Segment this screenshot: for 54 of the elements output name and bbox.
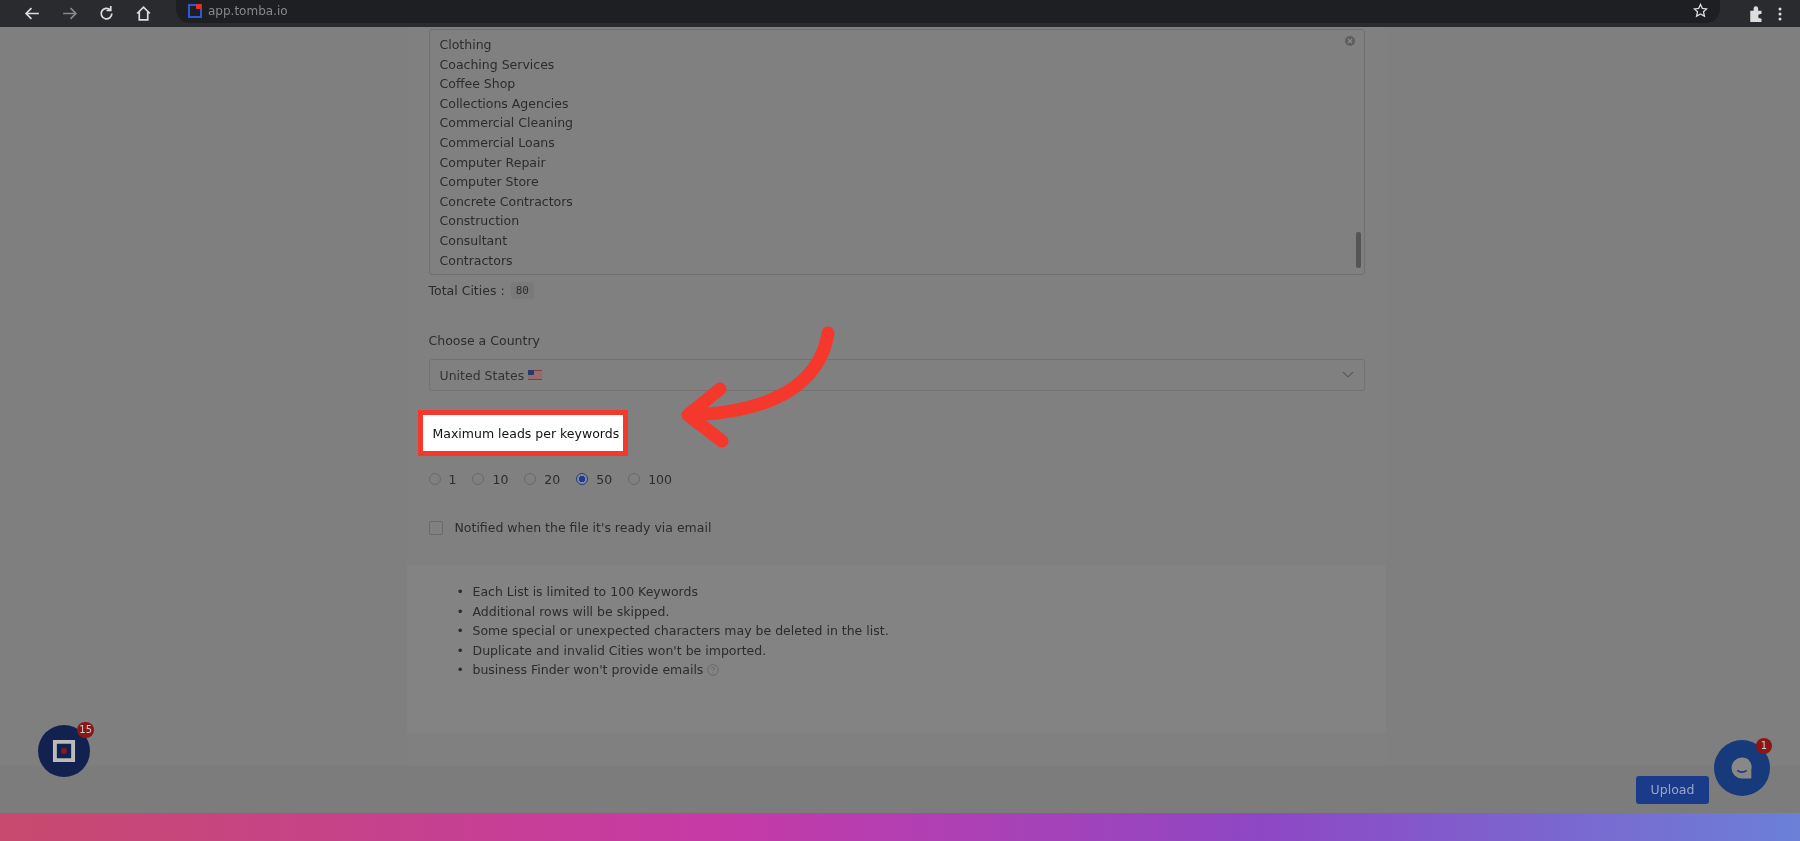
keyword-line: Contractors [439, 251, 514, 270]
keyword-line: Computer Repair [439, 153, 547, 172]
bullet: • [456, 602, 465, 621]
total-cities-count: 80 [510, 281, 534, 299]
note-text: Some special or unexpected characters may be deleted in the list. [472, 623, 889, 639]
bullet: • [456, 641, 465, 660]
menu-icon[interactable] [1778, 5, 1782, 22]
flag-icon [528, 370, 543, 380]
keyword-line: Clothing [439, 36, 493, 54]
radio-button[interactable] [576, 473, 589, 485]
bullet: • [456, 622, 465, 641]
upload-button[interactable]: Upload [1636, 775, 1709, 804]
radio-label: 1 [448, 471, 457, 487]
bullet: • [456, 583, 465, 601]
keyword-line: Coaching Services [439, 55, 556, 74]
radio-label: 50 [596, 471, 613, 487]
note-text: Each List is limited to 100 Keywords [472, 584, 698, 599]
home-icon[interactable] [135, 5, 152, 22]
keyword-line: Concrete Contractors [439, 192, 574, 211]
note-text: Additional rows will be skipped. [472, 603, 670, 619]
app-logo-icon [51, 738, 77, 764]
country-select[interactable]: United States [428, 359, 1365, 391]
notify-label: Notified when the file it's ready via email [454, 520, 712, 535]
url-text: app.tomba.io [208, 3, 289, 18]
notification-badge: 15 [77, 722, 94, 738]
forward-arrow-icon[interactable] [61, 5, 78, 22]
site-logo-icon [188, 3, 202, 18]
radio-label: 10 [492, 471, 509, 487]
reload-icon[interactable] [98, 5, 115, 22]
notification-badge: 1 [1756, 738, 1772, 754]
leads-label: Maximum leads per keywords [432, 425, 620, 441]
keyword-line: Commercial Loans [439, 133, 556, 152]
note-text: Duplicate and invalid Cities won't be imported. [472, 642, 767, 658]
country-value: United States [439, 367, 525, 383]
radio-label: 100 [648, 471, 673, 487]
keyword-line: Commercial Cleaning [439, 114, 574, 133]
total-cities-label: Total Cities : [428, 282, 505, 298]
keyword-line: Consultant [439, 231, 509, 250]
clear-icon[interactable] [1344, 36, 1355, 46]
back-arrow-icon[interactable] [24, 5, 41, 22]
chat-button[interactable]: 1 [1714, 740, 1770, 796]
keyword-line: Collections Agencies [439, 94, 570, 113]
country-label: Choose a Country [428, 332, 541, 350]
keywords-textarea[interactable]: Clothing Coaching Services Coffee Shop Collections Agencies Commercial Cleaning Commercial Loans Computer Repair Computer Store Concrete Contractors Construction Consultant Contractors [428, 29, 1365, 275]
keyword-line: Computer Store [439, 173, 540, 192]
address-bar[interactable]: app.tomba.io [176, 0, 1720, 23]
bullet: • [456, 661, 465, 680]
keyword-line: Coffee Shop [439, 75, 517, 94]
scrollbar-thumb[interactable] [1355, 232, 1361, 268]
keyword-line: Construction [439, 212, 521, 231]
note-text: business Finder won't provide emails [472, 662, 704, 678]
chevron-down-icon [1341, 371, 1354, 379]
radio-label: 20 [544, 471, 561, 487]
bookmark-star-icon[interactable] [1693, 3, 1708, 18]
